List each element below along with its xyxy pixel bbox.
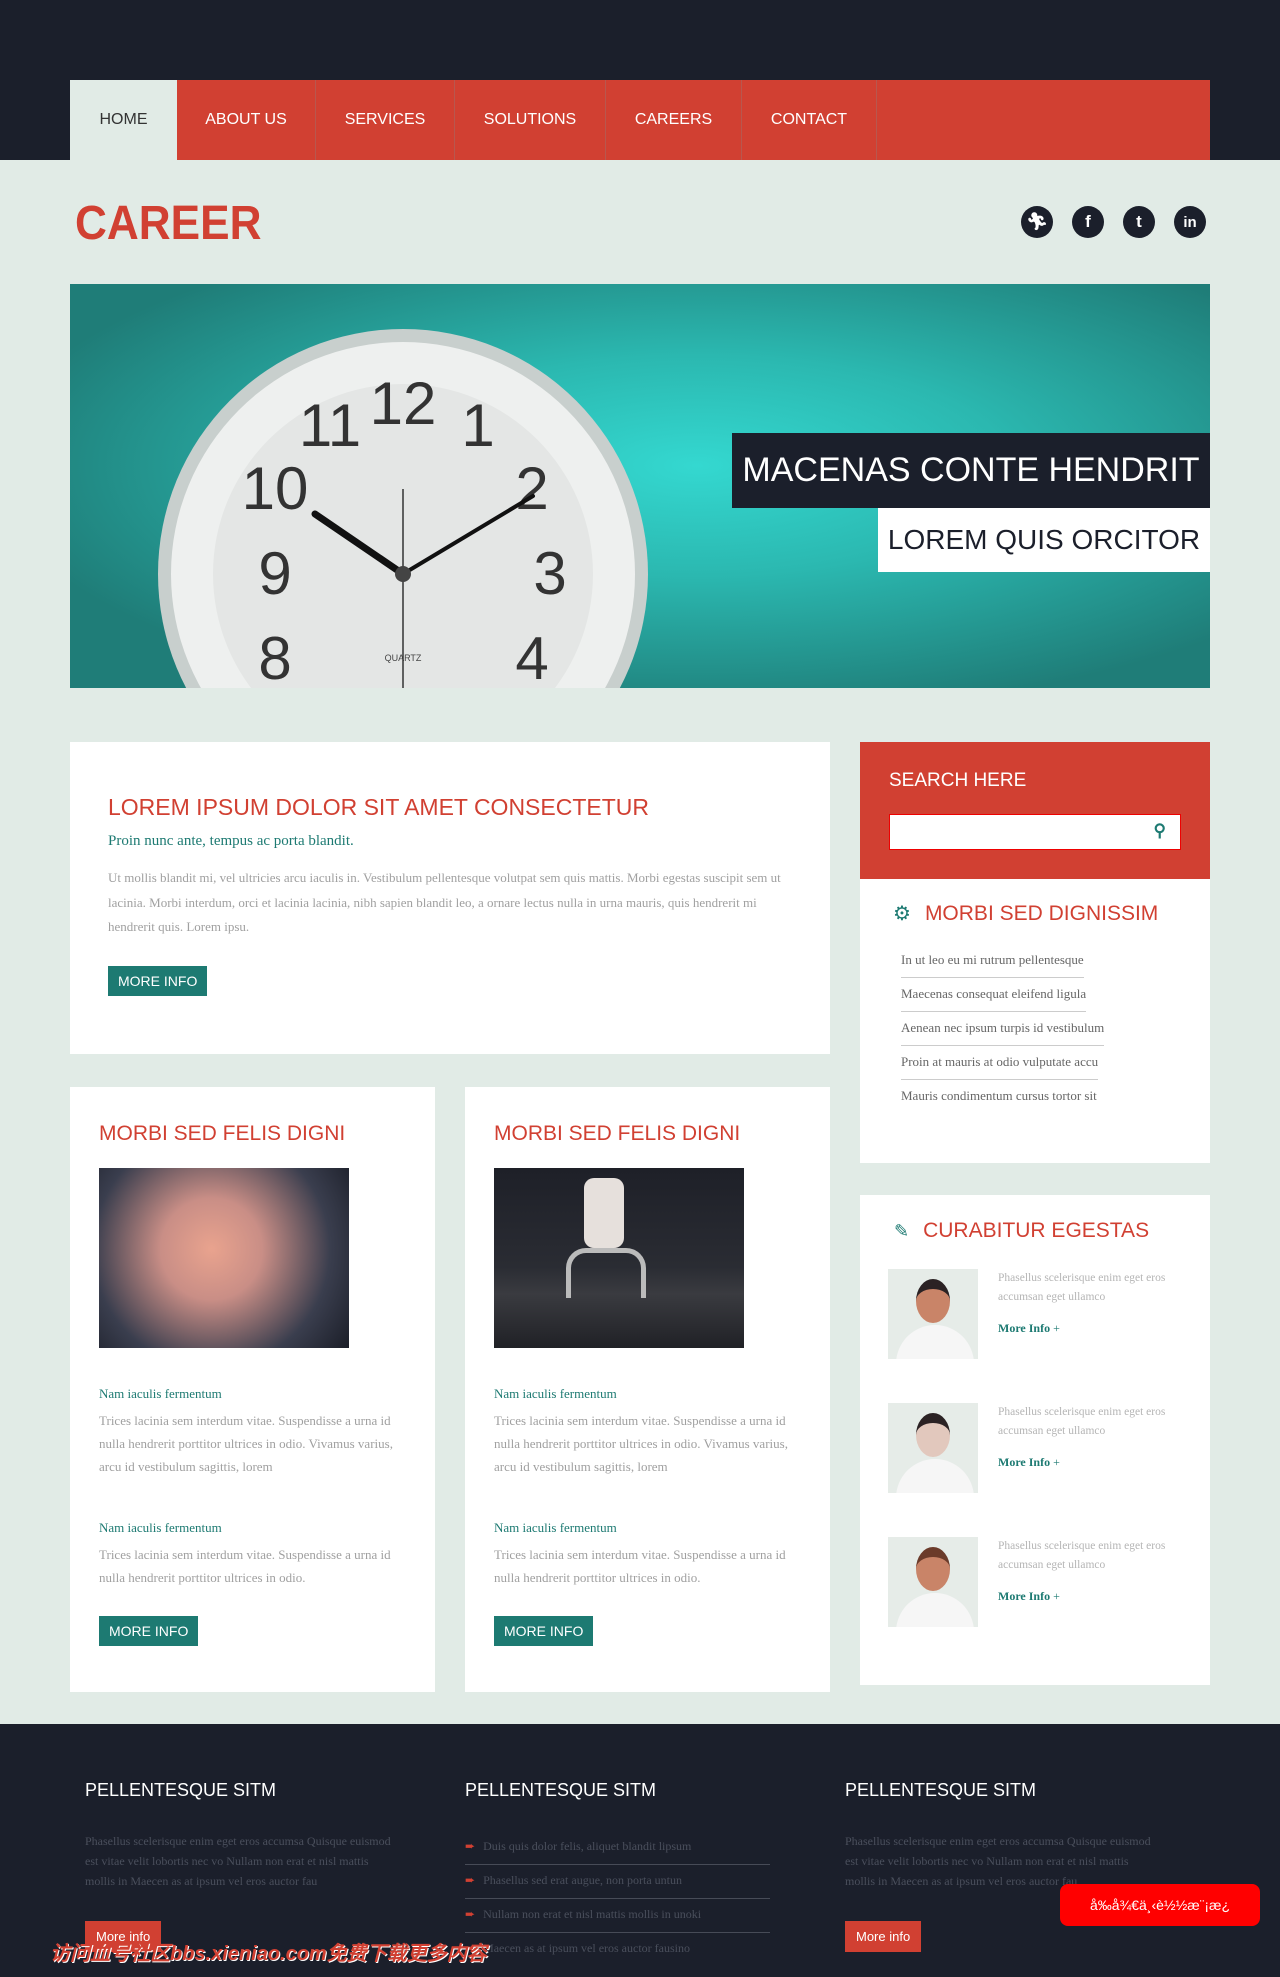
runner-icon[interactable]: 🏃︎ xyxy=(1021,206,1053,238)
dignissim-title-text: MORBI SED DIGNISSIM xyxy=(924,901,1159,925)
footer-more-info-button[interactable]: More info xyxy=(845,1921,922,1952)
dignissim-title: ⚙ MORBI SED DIGNISSIM xyxy=(893,901,1171,926)
footer-col-2: PELLENTESQUE SITM ➨ Duis quis dolor felis… xyxy=(465,1780,785,1966)
download-badge[interactable]: å‰å¾€ä¸‹è½½æ¨¡æ¿ xyxy=(1060,1884,1260,1926)
footer-list-item[interactable]: ➨ Nullam non erat et nisl mattis mollis i… xyxy=(465,1899,770,1933)
card-image-fist xyxy=(99,1168,349,1348)
social-links: 🏃︎ f t in xyxy=(1021,206,1206,238)
footer-title: PELLENTESQUE SITM xyxy=(465,1780,657,1800)
person-photo xyxy=(888,1537,978,1627)
footer-col-1: PELLENTESQUE SITM Phasellus scelerisque … xyxy=(85,1780,405,1952)
person-text: Phasellus scelerisque enim eget eros acc… xyxy=(998,1406,1166,1437)
dignissim-list: In ut leo eu mi rutrum pellentesque Maec… xyxy=(901,944,1171,1113)
intro-body: Ut mollis blandit mi, vel ultricies arcu… xyxy=(108,870,781,934)
intro-section: LOREM IPSUM DOLOR SIT AMET CONSECTETUR P… xyxy=(70,742,830,1054)
card-section-title: Nam iaculis fermentum xyxy=(99,1386,222,1401)
footer-list-item[interactable]: ➨ Maecen as at ipsum vel eros auctor faus… xyxy=(465,1933,770,1966)
gear-icon: ⚙ xyxy=(893,903,911,925)
card-section-title: Nam iaculis fermentum xyxy=(494,1520,617,1535)
footer-col-3: PELLENTESQUE SITM Phasellus scelerisque … xyxy=(845,1780,1165,1952)
plus-icon: + xyxy=(1053,1589,1060,1603)
list-item[interactable]: Proin at mauris at odio vulputate accu xyxy=(901,1046,1099,1080)
footer-title: PELLENTESQUE SITM xyxy=(85,1780,277,1800)
search-title: SEARCH HERE xyxy=(889,770,1027,791)
card-title: MORBI SED FELIS DIGNI xyxy=(99,1122,346,1145)
curabitur-title: ✎ CURABITUR EGESTAS xyxy=(894,1219,1182,1243)
person-photo xyxy=(888,1269,978,1359)
svg-text:12: 12 xyxy=(370,370,437,437)
svg-text:3: 3 xyxy=(533,540,566,607)
more-info-link[interactable]: More Info xyxy=(998,1589,1050,1603)
logo[interactable]: CAREER xyxy=(75,196,261,251)
person-text: Phasellus scelerisque enim eget eros acc… xyxy=(998,1272,1166,1303)
card-section-body: Trices lacinia sem interdum vitae. Suspe… xyxy=(494,1547,786,1585)
watermark: 访问血号社区bbs.xieniao.com免费下载更多内容 xyxy=(50,1943,487,1965)
list-item[interactable]: Mauris condimentum cursus tortor sit xyxy=(901,1080,1097,1113)
card-2: MORBI SED FELIS DIGNI Nam iaculis fermen… xyxy=(465,1087,830,1692)
card-section-title: Nam iaculis fermentum xyxy=(99,1520,222,1535)
intro-subtitle: Proin nunc ante, tempus ac porta blandit… xyxy=(108,833,354,849)
list-item[interactable]: Aenean nec ipsum turpis id vestibulum xyxy=(901,1012,1105,1046)
card-1: MORBI SED FELIS DIGNI Nam iaculis fermen… xyxy=(70,1087,435,1692)
arrow-right-icon: ➨ xyxy=(465,1907,476,1921)
search-box: ⚲ xyxy=(889,814,1181,850)
person-item: Phasellus scelerisque enim eget eros acc… xyxy=(888,1403,1182,1493)
more-info-link[interactable]: More Info xyxy=(998,1321,1050,1335)
nav-careers[interactable]: CAREERS xyxy=(606,80,742,160)
svg-text:11: 11 xyxy=(299,392,361,459)
dignissim-panel: ⚙ MORBI SED DIGNISSIM In ut leo eu mi ru… xyxy=(860,879,1210,1163)
twitter-icon[interactable]: t xyxy=(1123,206,1155,238)
footer-list-item[interactable]: ➨ Duis quis dolor felis, aliquet blandit … xyxy=(465,1831,770,1865)
banner-caption-primary: MACENAS CONTE HENDRIT xyxy=(732,433,1210,508)
curabitur-title-text: CURABITUR EGESTAS xyxy=(923,1219,1150,1242)
nav-about-us[interactable]: ABOUT US xyxy=(177,80,316,160)
more-info-link[interactable]: More Info xyxy=(998,1455,1050,1469)
svg-text:9: 9 xyxy=(258,540,291,607)
svg-text:1: 1 xyxy=(461,392,494,459)
card-section-body: Trices lacinia sem interdum vitae. Suspe… xyxy=(99,1547,391,1585)
list-item[interactable]: Maecenas consequat eleifend ligula xyxy=(901,978,1087,1012)
plus-icon: + xyxy=(1053,1455,1060,1469)
curabitur-panel: ✎ CURABITUR EGESTAS Phasellus scelerisqu… xyxy=(860,1195,1210,1685)
plus-icon: + xyxy=(1053,1321,1060,1335)
footer-list-item[interactable]: ➨ Phasellus sed erat augue, non porta unt… xyxy=(465,1865,770,1899)
nav-home[interactable]: HOME xyxy=(70,80,177,160)
person-photo xyxy=(888,1403,978,1493)
footer-list: ➨ Duis quis dolor felis, aliquet blandit … xyxy=(465,1831,785,1966)
person-text: Phasellus scelerisque enim eget eros acc… xyxy=(998,1540,1166,1571)
svg-text:10: 10 xyxy=(242,455,309,522)
search-icon[interactable]: ⚲ xyxy=(1154,821,1166,841)
main-nav: HOME ABOUT US SERVICES SOLUTIONS CAREERS… xyxy=(70,80,1210,160)
nav-services[interactable]: SERVICES xyxy=(316,80,455,160)
footer-text: Phasellus scelerisque enim eget eros acc… xyxy=(85,1834,391,1888)
footer-text: Phasellus scelerisque enim eget eros acc… xyxy=(845,1834,1151,1888)
list-item[interactable]: In ut leo eu mi rutrum pellentesque xyxy=(901,944,1084,978)
pencil-icon: ✎ xyxy=(894,1220,910,1241)
card-title: MORBI SED FELIS DIGNI xyxy=(494,1122,741,1145)
card-section-body: Trices lacinia sem interdum vitae. Suspe… xyxy=(494,1413,788,1474)
intro-more-info-button[interactable]: MORE INFO xyxy=(108,965,208,996)
search-panel: SEARCH HERE ⚲ xyxy=(860,742,1210,879)
linkedin-icon[interactable]: in xyxy=(1174,206,1206,238)
card-more-info-button[interactable]: MORE INFO xyxy=(99,1616,199,1646)
arrow-right-icon: ➨ xyxy=(465,1873,476,1887)
card-more-info-button[interactable]: MORE INFO xyxy=(494,1616,594,1646)
card-image-briefcase xyxy=(494,1168,744,1348)
nav-solutions[interactable]: SOLUTIONS xyxy=(455,80,606,160)
search-input[interactable] xyxy=(890,815,1130,847)
svg-text:2: 2 xyxy=(515,455,548,522)
intro-title: LOREM IPSUM DOLOR SIT AMET CONSECTETUR xyxy=(108,794,650,820)
arrow-right-icon: ➨ xyxy=(465,1839,476,1853)
person-item: Phasellus scelerisque enim eget eros acc… xyxy=(888,1537,1182,1627)
facebook-icon[interactable]: f xyxy=(1072,206,1104,238)
card-section-body: Trices lacinia sem interdum vitae. Suspe… xyxy=(99,1413,393,1474)
nav-contact[interactable]: CONTACT xyxy=(742,80,877,160)
footer-title: PELLENTESQUE SITM xyxy=(845,1780,1037,1800)
svg-text:8: 8 xyxy=(258,625,291,688)
banner-caption-secondary: LOREM QUIS ORCITOR xyxy=(878,508,1210,572)
svg-text:4: 4 xyxy=(515,625,548,688)
card-section-title: Nam iaculis fermentum xyxy=(494,1386,617,1401)
person-item: Phasellus scelerisque enim eget eros acc… xyxy=(888,1269,1182,1359)
